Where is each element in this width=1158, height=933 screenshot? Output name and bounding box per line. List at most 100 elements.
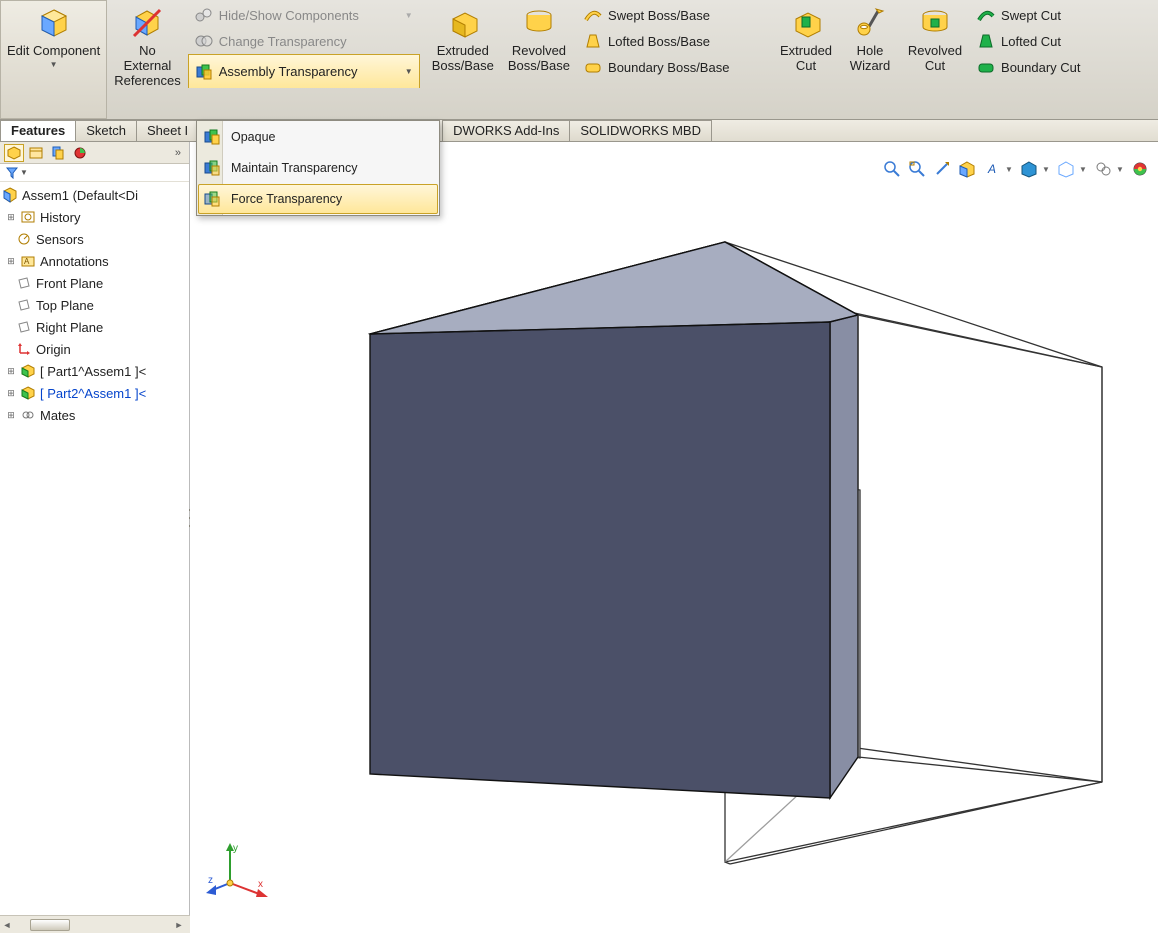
extruded-boss-button[interactable]: Extruded Boss/Base (425, 0, 501, 119)
hole-wizard-label-1: Hole (857, 43, 884, 58)
ribbon: Edit Component ▼ No External References … (0, 0, 1158, 120)
tree-mates[interactable]: ⊞ Mates (0, 404, 189, 426)
fm-tab-tree[interactable] (4, 144, 24, 162)
hide-show-components-label: Hide/Show Components (219, 8, 359, 23)
plane-icon (16, 275, 32, 291)
hide-show-items-button[interactable] (1054, 158, 1078, 180)
lofted-boss-icon (584, 32, 602, 50)
hole-wizard-icon (854, 7, 886, 39)
tree-annotations[interactable]: ⊞ A Annotations (0, 250, 189, 272)
dropdown-opaque[interactable]: Opaque (198, 122, 438, 152)
expand-icon[interactable]: ⊞ (6, 410, 16, 421)
hole-wizard-button[interactable]: Hole Wizard (840, 0, 900, 119)
feature-manager-tabs: » (0, 142, 189, 164)
edit-appearance-button[interactable] (1091, 158, 1115, 180)
tab-sheet-label: Sheet I (147, 123, 188, 138)
part-icon (20, 363, 36, 379)
tree-part2[interactable]: ⊞ [ Part2^Assem1 ]< (0, 382, 189, 404)
boundary-boss-label: Boundary Boss/Base (608, 60, 729, 75)
model-view (190, 142, 1158, 933)
view-orientation-button[interactable]: A (980, 158, 1004, 180)
tree-part1[interactable]: ⊞ [ Part1^Assem1 ]< (0, 360, 189, 382)
tree-annotations-label: Annotations (40, 254, 109, 269)
lofted-cut-button[interactable]: Lofted Cut (970, 28, 1122, 54)
lofted-boss-label: Lofted Boss/Base (608, 34, 710, 49)
chevron-down-icon[interactable]: ▼ (1116, 158, 1124, 180)
expand-icon[interactable]: ⊞ (6, 388, 16, 399)
dropdown-force[interactable]: Force Transparency (198, 184, 438, 214)
change-transparency-button[interactable]: Change Transparency (188, 28, 420, 54)
tree-top-plane[interactable]: Top Plane (0, 294, 189, 316)
scroll-left-icon[interactable]: ◄ (0, 920, 14, 930)
feature-tree: Assem1 (Default<Di ⊞ History Sensors ⊞ A… (0, 182, 189, 933)
plane-icon (16, 297, 32, 313)
lofted-boss-button[interactable]: Lofted Boss/Base (577, 28, 767, 54)
part-icon (20, 385, 36, 401)
tree-right-plane[interactable]: Right Plane (0, 316, 189, 338)
swept-boss-icon (584, 6, 602, 24)
workspace: » ▼ Assem1 (Default<Di ⊞ History Sensors… (0, 142, 1158, 933)
swept-boss-label: Swept Boss/Base (608, 8, 710, 23)
tab-features[interactable]: Features (0, 120, 76, 141)
expand-icon[interactable]: ⊞ (6, 212, 16, 223)
fm-tab-dim[interactable] (70, 144, 90, 162)
tree-top-plane-label: Top Plane (36, 298, 94, 313)
tree-front-plane[interactable]: Front Plane (0, 272, 189, 294)
revolved-cut-button[interactable]: Revolved Cut (900, 0, 970, 119)
section-view-button[interactable] (955, 158, 979, 180)
dropdown-maintain-label: Maintain Transparency (231, 161, 357, 175)
display-style-button[interactable] (1017, 158, 1041, 180)
tab-sketch[interactable]: Sketch (75, 120, 137, 141)
dropdown-maintain[interactable]: Maintain Transparency (198, 153, 438, 183)
edit-component-button[interactable]: Edit Component ▼ (0, 0, 107, 119)
force-transparency-icon (203, 190, 221, 208)
edit-component-icon (38, 7, 70, 39)
hole-wizard-label-2: Wizard (850, 58, 890, 73)
extruded-cut-button[interactable]: Extruded Cut (772, 0, 840, 119)
plane-icon (16, 319, 32, 335)
boundary-boss-button[interactable]: Boundary Boss/Base (577, 54, 767, 80)
swept-boss-button[interactable]: Swept Boss/Base (577, 2, 767, 28)
tree-scrollbar[interactable]: ◄ ► (0, 915, 190, 933)
graphics-area[interactable]: y x z (190, 142, 1158, 933)
hide-show-components-button[interactable]: Hide/Show Components ▼ (188, 2, 420, 28)
dropdown-opaque-label: Opaque (231, 130, 275, 144)
previous-view-button[interactable] (930, 158, 954, 180)
revolved-boss-button[interactable]: Revolved Boss/Base (501, 0, 577, 119)
assembly-transparency-button[interactable]: Assembly Transparency ▼ (188, 54, 420, 88)
filter-row[interactable]: ▼ (0, 164, 189, 182)
tab-addins[interactable]: DWORKS Add-Ins (442, 120, 570, 141)
expand-icon[interactable]: ⊞ (6, 366, 16, 377)
chevron-down-icon: ▼ (50, 60, 58, 69)
zoom-area-button[interactable] (905, 158, 929, 180)
tree-history[interactable]: ⊞ History (0, 206, 189, 228)
tab-sheet[interactable]: Sheet I (136, 120, 199, 141)
command-manager-tabs: Features Sketch Sheet I DWORKS Add-Ins S… (0, 120, 1158, 142)
tab-mbd[interactable]: SOLIDWORKS MBD (569, 120, 712, 141)
fm-tab-property[interactable] (26, 144, 46, 162)
extruded-boss-label-2: Boss/Base (432, 58, 494, 73)
scroll-thumb[interactable] (30, 919, 70, 931)
transparency-group: Hide/Show Components ▼ Change Transparen… (188, 0, 420, 119)
chevron-down-icon[interactable]: ▼ (1079, 158, 1087, 180)
chevron-down-icon[interactable]: ▼ (1005, 158, 1013, 180)
no-external-references-button[interactable]: No External References (107, 0, 187, 119)
orientation-triad[interactable]: y x z (206, 839, 270, 903)
boundary-cut-button[interactable]: Boundary Cut (970, 54, 1122, 80)
zoom-fit-button[interactable] (880, 158, 904, 180)
svg-text:y: y (233, 843, 238, 854)
tab-sketch-label: Sketch (86, 123, 126, 138)
scroll-right-icon[interactable]: ► (172, 920, 186, 930)
expand-icon[interactable]: ⊞ (6, 256, 16, 267)
apply-scene-button[interactable] (1128, 158, 1152, 180)
fm-tabs-overflow[interactable]: » (171, 147, 185, 159)
chevron-down-icon[interactable]: ▼ (1042, 158, 1050, 180)
tree-root[interactable]: Assem1 (Default<Di (0, 184, 189, 206)
fm-tab-config[interactable] (48, 144, 68, 162)
tree-front-plane-label: Front Plane (36, 276, 103, 291)
tree-sensors[interactable]: Sensors (0, 228, 189, 250)
tree-origin[interactable]: Origin (0, 338, 189, 360)
revolved-boss-label-1: Revolved (512, 43, 566, 58)
swept-cut-button[interactable]: Swept Cut (970, 2, 1122, 28)
transparency-icon (195, 32, 213, 50)
